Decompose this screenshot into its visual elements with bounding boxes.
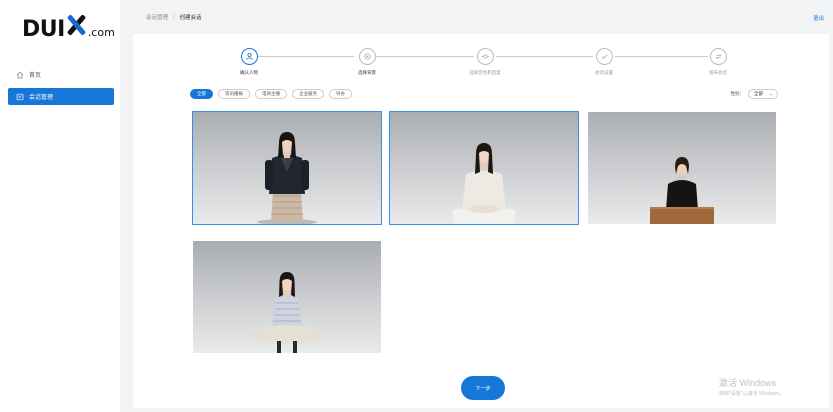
- sidebar: DUI .com 首页 会话管理: [0, 0, 120, 412]
- character-image-woman-at-desk: [650, 157, 714, 224]
- check-icon: [595, 48, 613, 65]
- step-label: 发布会话: [709, 70, 727, 75]
- character-card-2[interactable]: [389, 111, 579, 225]
- main-panel: 确认人物 选择背景 选择音色和回复 会话设置 发布会话 全部 资讯播报 电商主播…: [133, 34, 829, 408]
- character-card-1[interactable]: [192, 111, 382, 225]
- step-label: 会话设置: [595, 70, 613, 75]
- next-step-button[interactable]: 下一步: [461, 376, 505, 400]
- logo-text: DUI: [22, 17, 65, 42]
- filter-chip-guide[interactable]: 导办: [329, 89, 352, 99]
- logo-x-mark: [66, 14, 86, 36]
- sidebar-item-home[interactable]: 首页: [8, 66, 114, 83]
- voice-icon: [476, 48, 494, 65]
- background-icon: [358, 48, 376, 65]
- character-card-4[interactable]: [193, 241, 381, 353]
- gender-value: 全部: [754, 91, 763, 96]
- sidebar-item-label: 首页: [29, 73, 42, 79]
- logo-domain: .com: [87, 26, 115, 39]
- character-card-3[interactable]: [588, 112, 776, 224]
- windows-activation-watermark: 激活 Windows 转到"设置"以激活 Windows。: [719, 376, 784, 397]
- sidebar-item-label: 会话管理: [29, 95, 54, 101]
- step-label: 选择音色和回复: [469, 70, 501, 75]
- filter-chip-enterprise[interactable]: 企业服务: [292, 89, 324, 99]
- logo[interactable]: DUI .com: [22, 14, 115, 44]
- character-image-seated-woman: [452, 143, 516, 224]
- step-label: 选择背景: [358, 70, 376, 75]
- top-bar: 会话管理 / 创建会话 退出: [120, 0, 833, 30]
- chat-icon: [16, 93, 24, 101]
- filter-chip-ecommerce[interactable]: 电商主播: [255, 89, 287, 99]
- step-publish-session[interactable]: 发布会话: [678, 48, 758, 76]
- sidebar-item-session-management[interactable]: 会话管理: [8, 88, 114, 105]
- gender-select[interactable]: 全部 ▾: [748, 89, 778, 99]
- stepper: 确认人物 选择背景 选择音色和回复 会话设置 发布会话: [133, 48, 829, 80]
- category-filters: 全部 资讯播报 电商主播 企业服务 导办: [190, 89, 352, 99]
- character-image-standing-woman: [257, 132, 317, 224]
- breadcrumb-parent[interactable]: 会话管理: [146, 13, 168, 21]
- watermark-subtitle: 转到"设置"以激活 Windows。: [719, 391, 785, 397]
- breadcrumb-separator: /: [173, 14, 175, 20]
- step-label: 确认人物: [240, 70, 258, 75]
- character-image-seated-woman-striped: [253, 272, 321, 353]
- breadcrumb: 会话管理 / 创建会话: [146, 13, 202, 21]
- gender-filter: 性别： 全部 ▾: [730, 89, 778, 99]
- step-select-voice[interactable]: 选择音色和回复: [445, 48, 525, 76]
- home-icon: [16, 71, 24, 79]
- step-select-background[interactable]: 选择背景: [327, 48, 407, 76]
- filter-chip-news[interactable]: 资讯播报: [218, 89, 250, 99]
- logout-link[interactable]: 退出: [813, 14, 824, 22]
- gender-label: 性别：: [730, 91, 745, 96]
- step-confirm-character[interactable]: 确认人物: [209, 48, 289, 76]
- chevron-down-icon: ▾: [769, 91, 772, 97]
- breadcrumb-current: 创建会话: [179, 15, 202, 21]
- person-icon: [240, 48, 258, 65]
- step-session-settings[interactable]: 会话设置: [564, 48, 644, 76]
- filter-chip-all[interactable]: 全部: [190, 89, 213, 99]
- publish-icon: [709, 48, 727, 65]
- watermark-title: 激活 Windows: [719, 378, 777, 388]
